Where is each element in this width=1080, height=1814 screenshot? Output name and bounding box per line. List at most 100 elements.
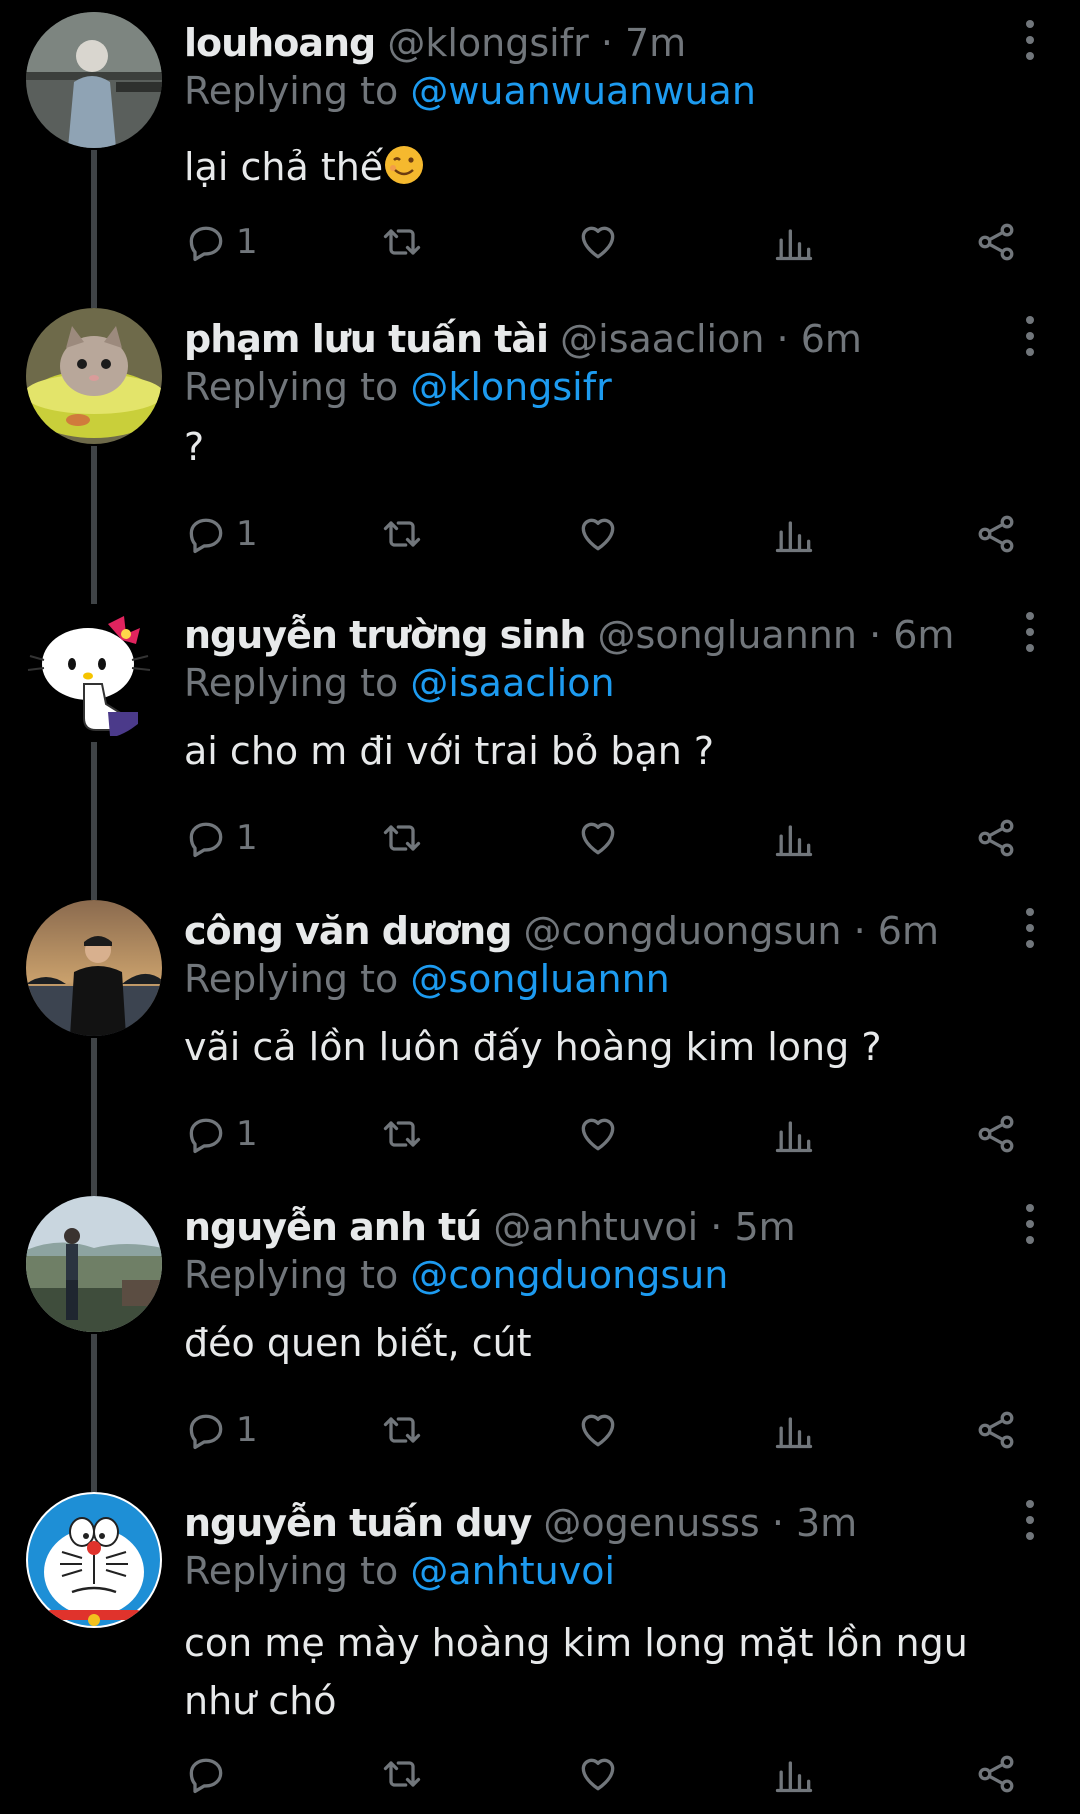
retweet-button[interactable] <box>380 1402 424 1458</box>
tweet-text-content: đéo quen biết, cút <box>184 1321 532 1365</box>
reply-button[interactable] <box>184 1746 236 1802</box>
heart-icon <box>581 822 615 855</box>
like-button[interactable] <box>576 1402 620 1458</box>
more-options-icon[interactable] <box>1018 16 1042 64</box>
display-name[interactable]: nguyễn trường sinh <box>184 613 586 657</box>
retweet-button[interactable] <box>380 810 424 866</box>
share-button[interactable] <box>974 1106 1018 1162</box>
replying-to-handle[interactable]: @wuanwuanwuan <box>410 69 756 113</box>
tweet-text-content: con mẹ mày hoàng kim long mặt lồn ngu nh… <box>184 1621 968 1723</box>
retweet-icon <box>383 1761 421 1787</box>
share-icon <box>978 223 1014 261</box>
replying-to: Replying to @isaaclion <box>184 658 615 708</box>
tweet-actions <box>184 1746 1044 1802</box>
views-button[interactable] <box>772 214 816 270</box>
retweet-icon <box>383 1121 421 1147</box>
more-options-icon[interactable] <box>1018 608 1042 656</box>
reply-button[interactable]: 1 <box>184 810 258 866</box>
more-options-icon[interactable] <box>1018 1200 1042 1248</box>
like-button[interactable] <box>576 1106 620 1162</box>
bar-chart-icon <box>775 1417 813 1449</box>
share-button[interactable] <box>974 214 1018 270</box>
share-button[interactable] <box>974 506 1018 562</box>
timestamp[interactable]: 7m <box>625 21 686 65</box>
reply-button[interactable]: 1 <box>184 1106 258 1162</box>
like-button[interactable] <box>576 810 620 866</box>
timestamp[interactable]: 3m <box>796 1501 857 1545</box>
replying-to-handle[interactable]: @anhtuvoi <box>410 1549 615 1593</box>
replying-to-label: Replying to <box>184 365 399 409</box>
timestamp[interactable]: 6m <box>893 613 954 657</box>
replying-to-handle[interactable]: @songluannn <box>410 957 669 1001</box>
avatar[interactable] <box>26 604 162 740</box>
winking-face-icon <box>385 146 424 184</box>
replying-to: Replying to @songluannn <box>184 954 670 1004</box>
timestamp[interactable]: 6m <box>878 909 939 953</box>
tweet[interactable]: công văn dương @congduongsun · 6m Replyi… <box>0 888 1080 1184</box>
views-button[interactable] <box>772 810 816 866</box>
tweet[interactable]: nguyễn tuấn duy @ogenusss · 3m Replying … <box>0 1480 1080 1814</box>
share-button[interactable] <box>974 1746 1018 1802</box>
username[interactable]: @congduongsun <box>524 909 842 953</box>
retweet-button[interactable] <box>380 1746 424 1802</box>
like-button[interactable] <box>576 214 620 270</box>
heart-icon <box>581 1414 615 1447</box>
replying-to-handle[interactable]: @congduongsun <box>410 1253 728 1297</box>
heart-icon <box>581 1118 615 1151</box>
avatar[interactable] <box>26 308 162 444</box>
username[interactable]: @isaaclion <box>560 317 764 361</box>
avatar[interactable] <box>26 1196 162 1332</box>
views-button[interactable] <box>772 506 816 562</box>
views-button[interactable] <box>772 1106 816 1162</box>
share-button[interactable] <box>974 810 1018 866</box>
username[interactable]: @anhtuvoi <box>493 1205 698 1249</box>
avatar[interactable] <box>26 900 162 1036</box>
replying-to-handle[interactable]: @klongsifr <box>410 365 611 409</box>
like-button[interactable] <box>576 506 620 562</box>
reply-button[interactable]: 1 <box>184 506 258 562</box>
username[interactable]: @songluannn <box>598 613 857 657</box>
more-options-icon[interactable] <box>1018 904 1042 952</box>
share-icon <box>978 1115 1014 1153</box>
bar-chart-icon <box>775 229 813 261</box>
like-button[interactable] <box>576 1746 620 1802</box>
separator: · <box>771 1501 784 1545</box>
retweet-button[interactable] <box>380 506 424 562</box>
display-name[interactable]: công văn dương <box>184 909 512 953</box>
tweet[interactable]: phạm lưu tuấn tài @isaaclion · 6m Replyi… <box>0 296 1080 592</box>
avatar[interactable] <box>26 1492 162 1628</box>
retweet-icon <box>383 521 421 547</box>
display-name[interactable]: nguyễn anh tú <box>184 1205 482 1249</box>
username[interactable]: @ogenusss <box>543 1501 759 1545</box>
more-options-icon[interactable] <box>1018 312 1042 360</box>
reply-icon <box>189 226 223 262</box>
display-name[interactable]: phạm lưu tuấn tài <box>184 317 549 361</box>
reply-button[interactable]: 1 <box>184 214 258 270</box>
views-button[interactable] <box>772 1746 816 1802</box>
retweet-button[interactable] <box>380 1106 424 1162</box>
retweet-button[interactable] <box>380 214 424 270</box>
retweet-icon <box>383 1417 421 1443</box>
tweet-actions: 1 <box>184 1402 1044 1458</box>
timestamp[interactable]: 6m <box>801 317 862 361</box>
share-button[interactable] <box>974 1402 1018 1458</box>
tweet[interactable]: nguyễn trường sinh @songluannn · 6m Repl… <box>0 592 1080 888</box>
replying-to: Replying to @congduongsun <box>184 1250 728 1300</box>
username[interactable]: @klongsifr <box>387 21 588 65</box>
views-button[interactable] <box>772 1402 816 1458</box>
display-name[interactable]: nguyễn tuấn duy <box>184 1501 532 1545</box>
replying-to-handle[interactable]: @isaaclion <box>410 661 614 705</box>
tweet-actions: 1 <box>184 214 1044 270</box>
avatar[interactable] <box>26 12 162 148</box>
more-options-icon[interactable] <box>1018 1496 1042 1544</box>
tweet-actions: 1 <box>184 810 1044 866</box>
tweet[interactable]: louhoang @klongsifr · 7m Replying to @wu… <box>0 0 1080 296</box>
thread-line <box>91 742 97 888</box>
timestamp[interactable]: 5m <box>734 1205 795 1249</box>
reply-button[interactable]: 1 <box>184 1402 258 1458</box>
display-name[interactable]: louhoang <box>184 21 376 65</box>
separator: · <box>600 21 613 65</box>
tweet[interactable]: nguyễn anh tú @anhtuvoi · 5m Replying to… <box>0 1184 1080 1480</box>
bar-chart-icon <box>775 825 813 857</box>
share-icon <box>978 1755 1014 1793</box>
